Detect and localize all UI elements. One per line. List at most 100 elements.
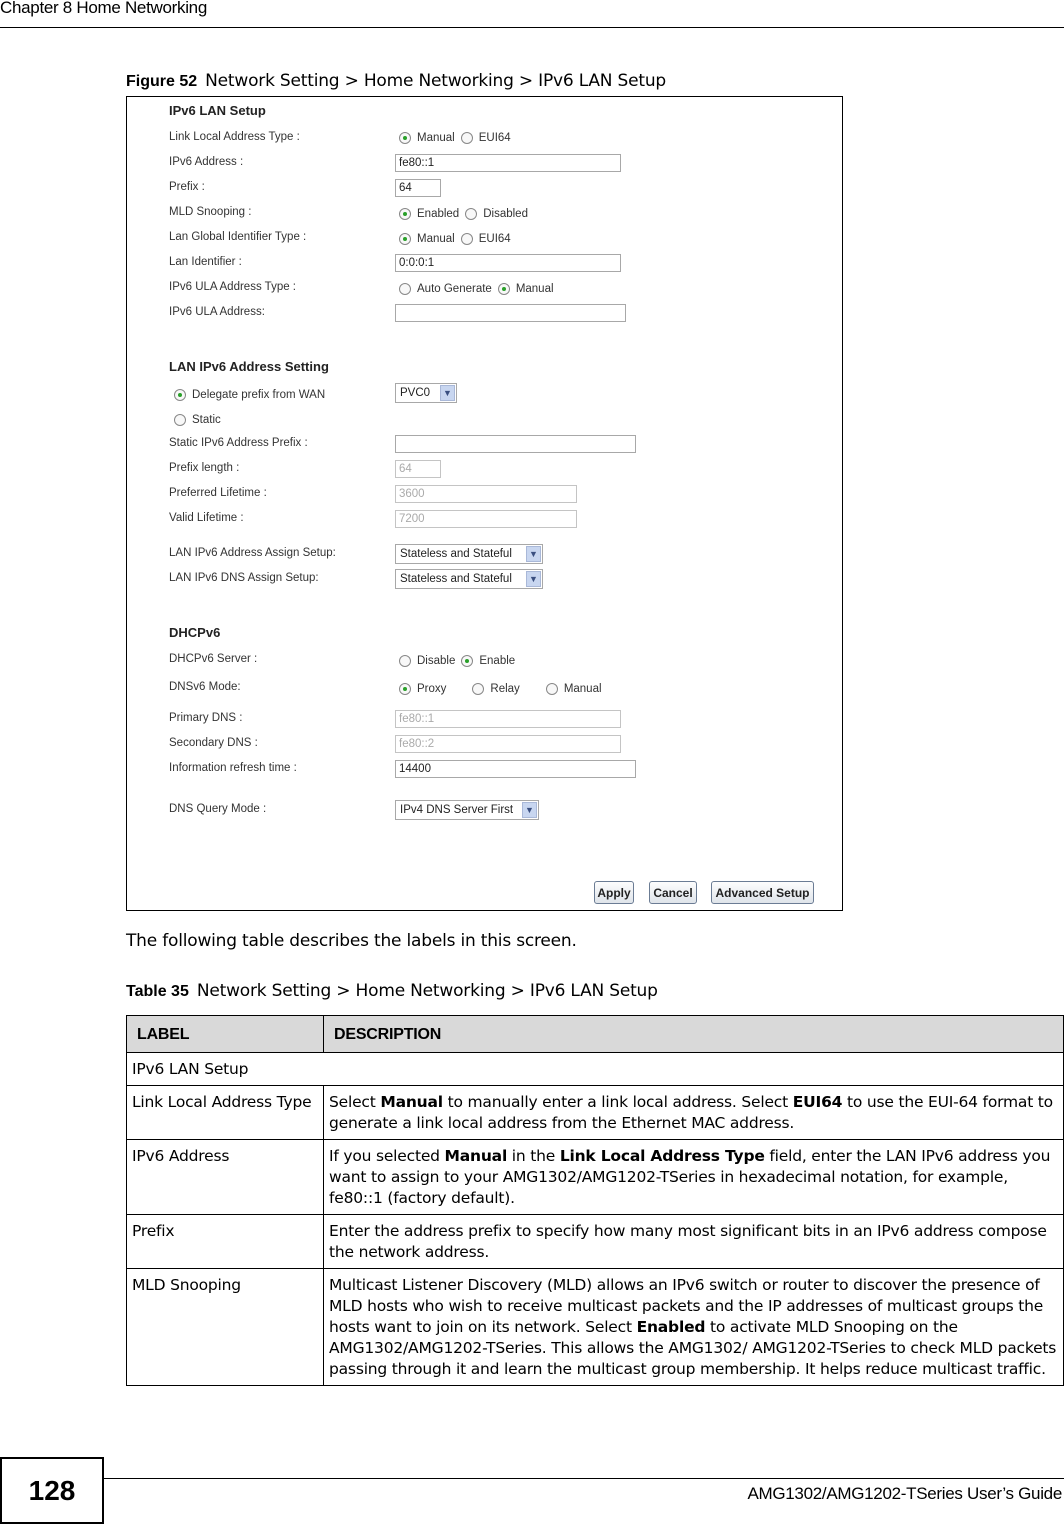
chevron-down-icon[interactable]: ▼ [522, 802, 537, 818]
table-body: IPv6 LAN Setup Link Local Address Type Se… [126, 1052, 1064, 1386]
radio-button[interactable] [545, 683, 558, 695]
primary-dns-input[interactable]: fe80::1 [395, 710, 621, 728]
radio-button[interactable] [399, 655, 411, 667]
mld-snooping-radio-group: Enabled Disabled [399, 208, 534, 220]
valid-lifetime-input[interactable]: 7200 [395, 510, 577, 528]
table-header-row: LABEL DESCRIPTION [126, 1015, 1064, 1053]
row-label: IPv6 Address [126, 1139, 324, 1215]
row-label: Link Local Address Type [126, 1085, 324, 1140]
guide-title: AMG1302/AMG1202-TSeries User’s Guide [747, 1484, 1062, 1503]
lan-identifier-label: Lan Identifier : [169, 256, 242, 268]
chapter-header: Chapter 8 Home Networking [0, 0, 1064, 28]
radio-option-static[interactable]: Static [174, 414, 221, 426]
table-row: Prefix Enter the address prefix to specif… [126, 1214, 1064, 1269]
wan-interface-select[interactable]: PVC0 ▼ [395, 383, 457, 403]
valid-lifetime-label: Valid Lifetime : [169, 512, 244, 524]
radio-option-eui64[interactable]: EUI64 [460, 233, 511, 245]
radio-button[interactable] [399, 132, 411, 144]
select-value: Stateless and Stateful [400, 548, 512, 560]
lan-identifier-input[interactable]: 0:0:0:1 [395, 254, 621, 272]
apply-button[interactable]: Apply [594, 881, 634, 904]
figure-number: Figure 52 [126, 73, 198, 90]
figure-caption: Figure 52 Network Setting > Home Networki… [126, 71, 666, 91]
address-assign-setup-select[interactable]: Stateless and Stateful ▼ [395, 544, 543, 564]
row-description: Multicast Listener Discovery (MLD) allow… [323, 1268, 1064, 1386]
chevron-down-icon[interactable]: ▼ [526, 546, 541, 562]
emphasized-term: Link Local Address Type [559, 1147, 765, 1165]
ipv6-lan-setup-screen: IPv6 LAN Setup Link Local Address Type :… [126, 96, 843, 911]
emphasized-term: Enabled [636, 1318, 706, 1336]
radio-button[interactable] [399, 283, 411, 295]
information-refresh-time-input[interactable]: 14400 [395, 760, 636, 778]
dnsv6-mode-radio-group: Proxy Relay Manual [399, 683, 608, 695]
emphasized-term: Manual [444, 1147, 508, 1165]
lan-global-identifier-type-label: Lan Global Identifier Type : [169, 231, 307, 243]
radio-button[interactable] [472, 683, 485, 695]
radio-option-proxy[interactable]: Proxy [399, 683, 446, 695]
mld-snooping-label: MLD Snooping : [169, 206, 252, 218]
prefix-label: Prefix : [169, 181, 205, 193]
radio-option-manual[interactable]: Manual [545, 683, 602, 695]
dhcpv6-server-label: DHCPv6 Server : [169, 653, 258, 665]
table-caption: Table 35 Network Setting > Home Networkin… [126, 981, 658, 1001]
secondary-dns-label: Secondary DNS : [169, 737, 258, 749]
advanced-setup-button[interactable]: Advanced Setup [711, 881, 814, 904]
radio-option-manual[interactable]: Manual [497, 283, 554, 295]
column-header-label: LABEL [126, 1015, 324, 1053]
table-row: Link Local Address Type Select Manual to … [126, 1085, 1064, 1140]
radio-option-manual[interactable]: Manual [399, 233, 455, 245]
radio-button[interactable] [174, 389, 186, 401]
select-value: PVC0 [400, 387, 431, 399]
radio-option-disable[interactable]: Disable [399, 655, 455, 667]
table-number: Table 35 [126, 983, 189, 1000]
section-title-ipv6-lan-setup: IPv6 LAN Setup [169, 103, 266, 118]
radio-button[interactable] [460, 132, 473, 144]
prefix-input[interactable]: 64 [395, 179, 441, 197]
prefix-length-label: Prefix length : [169, 462, 240, 474]
ipv6-address-input[interactable]: fe80::1 [395, 154, 621, 172]
ipv6-ula-address-input[interactable] [395, 304, 626, 322]
radio-option-enable[interactable]: Enable [461, 655, 515, 667]
chevron-down-icon[interactable]: ▼ [440, 385, 455, 401]
lan-global-identifier-type-radio-group: Manual EUI64 [399, 233, 517, 245]
dns-assign-setup-label: LAN IPv6 DNS Assign Setup: [169, 572, 319, 584]
row-description: Enter the address prefix to specify how … [323, 1214, 1064, 1269]
secondary-dns-input[interactable]: fe80::2 [395, 735, 621, 753]
static-ipv6-address-prefix-input[interactable] [395, 435, 636, 453]
information-refresh-time-label: Information refresh time : [169, 762, 297, 774]
figure-title: Network Setting > Home Networking > IPv6… [205, 71, 667, 91]
row-description: If you selected Manual in the Link Local… [323, 1139, 1064, 1215]
radio-option-eui64[interactable]: EUI64 [460, 132, 511, 144]
radio-option-relay[interactable]: Relay [472, 683, 520, 695]
radio-button[interactable] [461, 655, 474, 667]
row-label: MLD Snooping [126, 1268, 324, 1386]
chevron-down-icon[interactable]: ▼ [526, 571, 541, 587]
cancel-button[interactable]: Cancel [649, 881, 697, 904]
radio-option-disabled[interactable]: Disabled [465, 208, 528, 220]
prefix-length-input[interactable]: 64 [395, 460, 441, 478]
radio-button[interactable] [460, 233, 473, 245]
select-value: Stateless and Stateful [400, 573, 512, 585]
radio-option-auto-generate[interactable]: Auto Generate [399, 283, 492, 295]
dhcpv6-server-radio-group: Disable Enable [399, 655, 521, 667]
dns-assign-setup-select[interactable]: Stateless and Stateful ▼ [395, 569, 543, 589]
radio-button[interactable] [497, 283, 510, 295]
radio-option-manual[interactable]: Manual [399, 132, 455, 144]
chapter-title: Chapter 8 Home Networking [0, 0, 207, 17]
footer-divider [104, 1478, 1064, 1479]
ipv6-ula-address-type-radio-group: Auto Generate Manual [399, 283, 560, 295]
radio-button[interactable] [465, 208, 478, 220]
radio-button[interactable] [399, 233, 411, 245]
delegate-prefix-option: Delegate prefix from WAN [174, 389, 331, 401]
preferred-lifetime-input[interactable]: 3600 [395, 485, 577, 503]
description-table: LABEL DESCRIPTION IPv6 LAN Setup Link Lo… [126, 1015, 1064, 1386]
radio-button[interactable] [399, 208, 411, 220]
dns-query-mode-select[interactable]: IPv4 DNS Server First ▼ [395, 800, 539, 820]
static-option: Static [174, 414, 227, 426]
radio-button[interactable] [399, 683, 411, 695]
dns-query-mode-label: DNS Query Mode : [169, 803, 267, 815]
radio-option-delegate-prefix[interactable]: Delegate prefix from WAN [174, 389, 325, 401]
radio-button[interactable] [174, 414, 186, 426]
table-row: IPv6 Address If you selected Manual in th… [126, 1139, 1064, 1215]
radio-option-enabled[interactable]: Enabled [399, 208, 459, 220]
